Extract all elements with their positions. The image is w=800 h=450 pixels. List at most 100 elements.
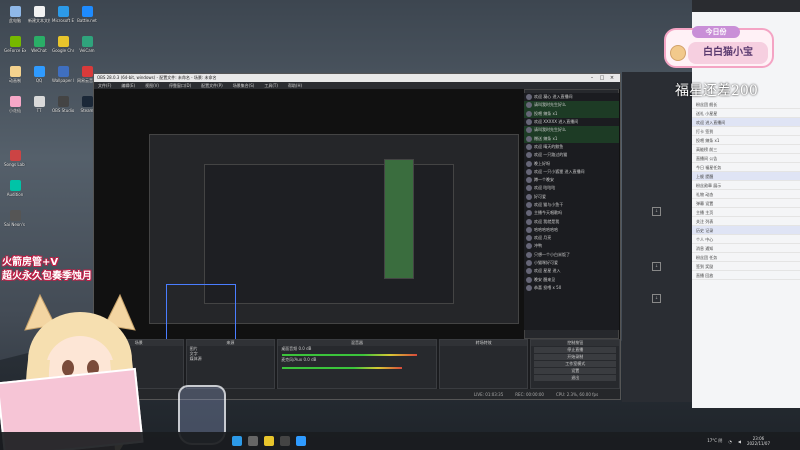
cpu-fps: CPU: 2.3%, 60.00 fps (555, 391, 599, 397)
desktop-icon[interactable]: Audition (4, 180, 26, 197)
badge-main-text: 白白猫小宝 (688, 42, 768, 64)
obs-menu-item[interactable]: 配置文件(P) (201, 83, 223, 89)
desktop-icon-label: Google Chrome (52, 48, 74, 53)
bili-list-item[interactable]: 弹幕 设置 (692, 199, 800, 208)
bili-list-item[interactable]: 历史 记录 (692, 226, 800, 235)
chat-message: 欢迎 一只路过的猫 (524, 151, 619, 159)
settings-button[interactable]: 设置 (534, 368, 617, 374)
obs-menu-item[interactable]: 视图(V) (145, 83, 159, 89)
bili-list-item[interactable]: 直播间 公告 (692, 154, 800, 163)
obs-menu-item[interactable]: 帮助(H) (288, 83, 302, 89)
desktop-icon[interactable]: GeForce Experience (4, 36, 26, 53)
desktop-icon-label: GeForce Experience (4, 48, 26, 53)
obs-titlebar[interactable]: OBS 28.0.3 (64-bit, windows) - 配置文件: 未命名… (94, 74, 620, 82)
clock[interactable]: 23:06 2022/11/07 (747, 436, 770, 446)
network-icon[interactable]: ◔ (728, 439, 732, 444)
desktop-icon[interactable]: 此电脑 (4, 6, 26, 23)
bili-list-item[interactable]: 主播 主页 (692, 208, 800, 217)
caption-line-2: 超火永久包奏季蚀月 (2, 271, 92, 282)
bili-list-item[interactable]: 上舰 提醒 (692, 172, 800, 181)
chat-text: 只想一个小白米饭了 (534, 251, 570, 257)
desktop-icon[interactable]: Battle.net (76, 6, 98, 23)
app-icon (9, 96, 21, 107)
bili-list-item[interactable]: 直播 回放 (692, 271, 800, 280)
desktop-icon[interactable]: TT (28, 96, 50, 113)
bili-list-item[interactable]: 打卡 签到 (692, 127, 800, 136)
chat-message: 好可爱 (524, 193, 619, 201)
streamer-avatar (670, 45, 686, 61)
chat-message: 欢迎 一只小狐狸 进入直播间 (524, 168, 619, 176)
desktop-icon-label: Microsoft Edge (52, 18, 74, 23)
app-icon (33, 36, 45, 47)
obs-menu-item[interactable]: 停靠窗口(D) (169, 83, 191, 89)
app-icon (81, 66, 93, 77)
bili-list-item[interactable]: 送礼 小星星 (692, 109, 800, 118)
desktop-icon-label: 动画制 (9, 78, 21, 83)
desktop-icon[interactable]: QQ (28, 66, 50, 83)
bili-list-item[interactable]: 关注 列表 (692, 217, 800, 226)
bili-list-item[interactable]: 今日 福星任务 (692, 163, 800, 172)
download-icon[interactable]: ↓ (652, 294, 661, 303)
bili-list-item[interactable]: 粉丝勋章 展示 (692, 181, 800, 190)
obs-menu-item[interactable]: 场景集合(S) (233, 83, 255, 89)
obs-menu-item[interactable]: 工具(T) (264, 83, 278, 89)
desktop-icon[interactable]: WeChat (28, 36, 50, 53)
volume-icon[interactable]: ◀ (738, 439, 741, 444)
source-item[interactable]: 媒体源 (187, 356, 275, 361)
desktop-icon-label: Wallpaper Engine (52, 78, 74, 83)
desktop-icon[interactable]: 小花仙 (4, 96, 26, 113)
chat-text: 请叫我时先生好么 (534, 102, 566, 108)
qq-taskbar-icon[interactable] (296, 436, 306, 446)
search-icon[interactable] (248, 436, 258, 446)
maximize-icon[interactable]: □ (597, 75, 607, 81)
bili-list-item[interactable]: 粉丝团 舰长 (692, 100, 800, 109)
user-avatar-icon (526, 260, 532, 267)
bili-list-item[interactable]: 高能榜 前三 (692, 145, 800, 154)
badge-top-text: 今日份 (692, 26, 740, 38)
bili-titlebar[interactable] (692, 0, 800, 12)
start-recording-button[interactable]: 开始录制 (534, 354, 617, 360)
desktop-icon[interactable]: Sai Neon's Cafe (4, 210, 26, 227)
bili-list-item[interactable]: 签到 奖励 (692, 262, 800, 271)
windows-start-icon[interactable] (232, 436, 242, 446)
close-icon[interactable]: × (607, 75, 617, 81)
desktop-icon[interactable]: OBS Studio (52, 96, 74, 113)
desktop-icon[interactable]: Google Chrome (52, 36, 74, 53)
exit-button[interactable]: 退出 (534, 375, 617, 381)
user-avatar-icon (526, 152, 532, 159)
app-icon (57, 66, 69, 77)
bili-list-item[interactable]: 粉丝团 任务 (692, 253, 800, 262)
chat-text: 欢迎 一只路过的猫 (534, 152, 568, 158)
desktop-icon[interactable]: 动画制 (4, 66, 26, 83)
download-icon[interactable]: ↓ (652, 207, 661, 216)
bili-list-item[interactable]: 投喂 辣条 x1 (692, 136, 800, 145)
user-avatar-icon (526, 202, 532, 208)
obs-taskbar-icon[interactable] (280, 436, 290, 446)
user-avatar-icon (526, 251, 532, 258)
desktop-icon[interactable]: Songs Lab Music Pro (4, 150, 26, 167)
chat-message: 赠送 辣条 x1 (524, 134, 619, 143)
chat-text: 欢迎 晴天的鲸鱼 (534, 143, 564, 149)
desktop-icon[interactable]: Wallpaper Engine (52, 66, 74, 83)
bili-list-item[interactable]: 欢迎 进入直播间 (692, 118, 800, 127)
minimize-icon[interactable]: – (587, 75, 597, 81)
studio-mode-button[interactable]: 工作室模式 (534, 361, 617, 367)
desktop-icon[interactable]: Microsoft Edge (52, 6, 74, 23)
bili-list-item[interactable]: 个人 中心 (692, 235, 800, 244)
chat-text: 晚安 醒来见 (534, 276, 556, 282)
chat-text: 投喂 辣条 x1 (534, 110, 558, 116)
preview-selection-box[interactable] (166, 284, 236, 339)
obs-menu-item[interactable]: 文件(F) (98, 83, 111, 89)
desktop-icon[interactable]: 新建文本文档 (28, 6, 50, 23)
chat-message: 欢迎 晴天的鲸鱼 (524, 143, 619, 151)
bili-list-item[interactable]: 礼物 动态 (692, 190, 800, 199)
user-avatar-icon (526, 102, 532, 109)
file-explorer-icon[interactable] (264, 436, 274, 446)
bili-list-item[interactable]: 消息 通知 (692, 244, 800, 253)
desktop-icon[interactable]: VeiCam (76, 36, 98, 53)
stop-stream-button[interactable]: 停止直播 (534, 347, 617, 353)
chat-text: 冲鸭 (534, 243, 542, 249)
obs-menu-item[interactable]: 编辑(E) (121, 83, 135, 89)
download-icon[interactable]: ↓ (652, 262, 661, 271)
app-icon (9, 180, 21, 191)
